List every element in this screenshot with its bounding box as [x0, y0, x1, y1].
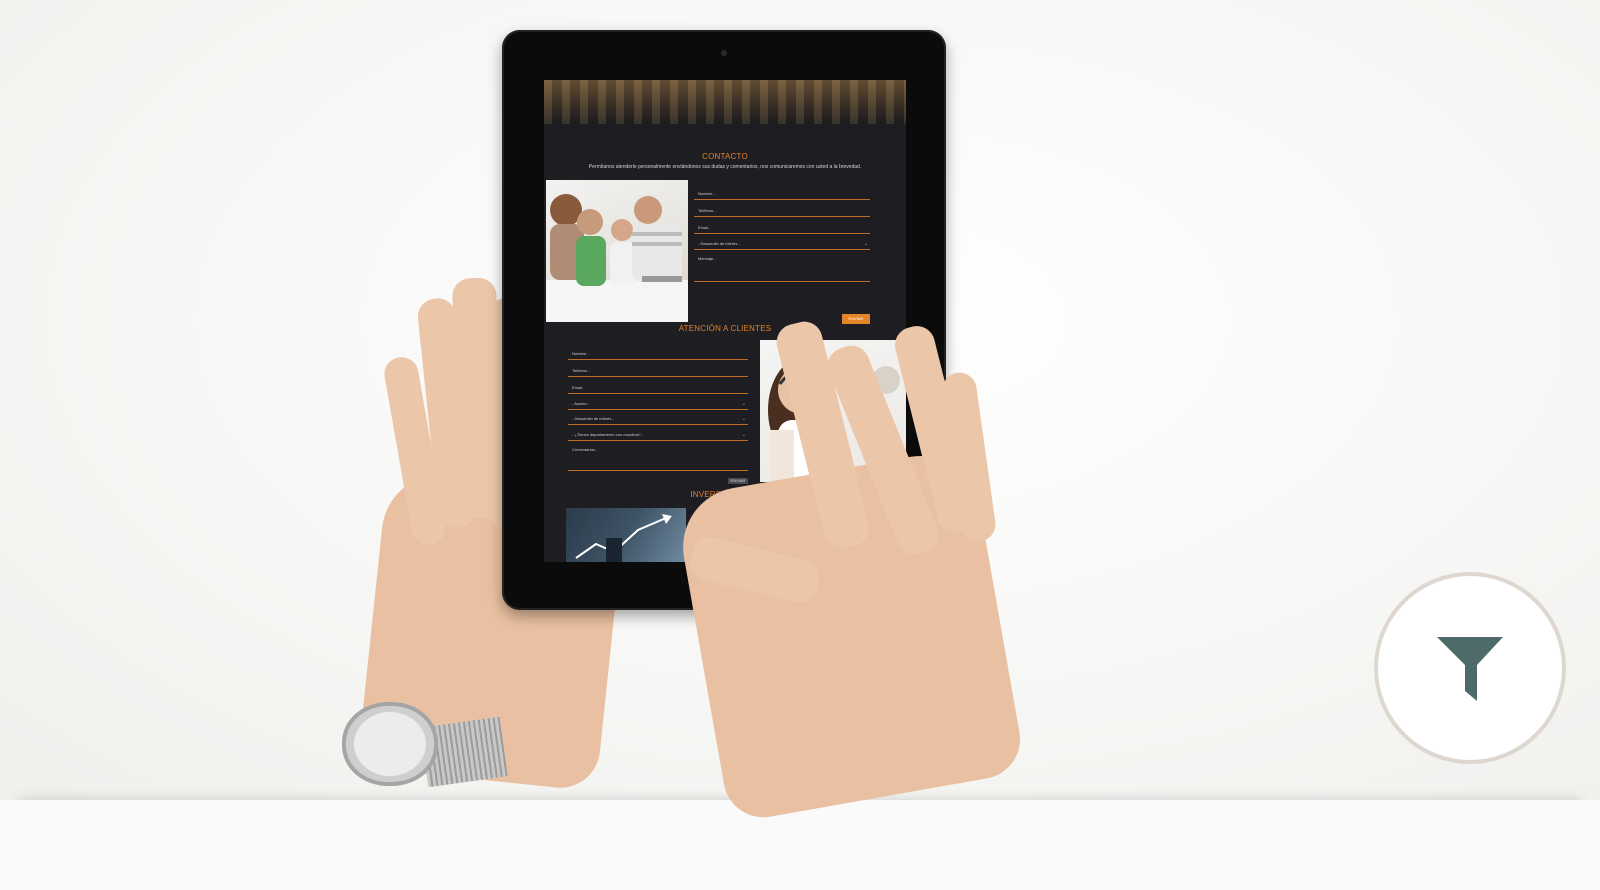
clients-email-field[interactable]: Email... [568, 380, 748, 394]
filter-funnel-icon [1437, 637, 1503, 701]
hero-banner-image [544, 80, 906, 124]
contact-name-field[interactable]: Nombre... [694, 186, 870, 200]
contact-send-button[interactable]: ENVIAR [842, 314, 870, 324]
investment-photo [566, 508, 686, 562]
family-photo [546, 180, 688, 322]
contact-section-title: CONTACTO [702, 152, 748, 161]
camera-icon [721, 50, 727, 56]
clients-development-value: - Desarrollo de interés - [572, 416, 614, 421]
bottom-area [0, 800, 1600, 890]
contact-message-placeholder: Mensaje... [698, 256, 717, 261]
clients-phone-placeholder: Teléfono... [572, 368, 591, 373]
watch-dial [354, 712, 426, 776]
filter-badge[interactable] [1374, 572, 1566, 764]
clients-name-field[interactable]: Nombre... [568, 346, 748, 360]
contact-phone-placeholder: Teléfono... [698, 208, 717, 213]
contact-phone-field[interactable]: Teléfono... [694, 203, 870, 217]
clients-has-department-value: - ¿Tienes departamento con nosotros? - [572, 432, 644, 437]
clients-send-button[interactable]: ENVIAR [728, 478, 748, 484]
contact-development-value: - Desarrollo de interés - [698, 241, 740, 246]
contact-message-field[interactable]: Mensaje... [694, 252, 870, 282]
contact-email-field[interactable]: Email... [694, 220, 870, 234]
clients-subject-select[interactable]: - Asunto - [568, 396, 748, 410]
clients-has-department-select[interactable]: - ¿Tienes departamento con nosotros? - [568, 427, 748, 441]
contact-name-placeholder: Nombre... [698, 191, 716, 196]
clients-phone-field[interactable]: Teléfono... [568, 363, 748, 377]
watch [342, 702, 438, 786]
clients-development-select[interactable]: - Desarrollo de interés - [568, 411, 748, 425]
contact-development-select[interactable]: - Desarrollo de interés - [694, 236, 870, 250]
clients-section-title: ATENCIÓN A CLIENTES [678, 324, 772, 333]
clients-comments-placeholder: Comentarios... [572, 447, 599, 452]
clients-name-placeholder: Nombre... [572, 351, 590, 356]
contact-subtitle: Permítanos atenderle personalmente enviá… [588, 164, 862, 170]
contact-email-placeholder: Email... [698, 225, 712, 230]
clients-comments-field[interactable]: Comentarios... [568, 443, 748, 471]
clients-email-placeholder: Email... [572, 385, 586, 390]
clients-subject-value: - Asunto - [572, 401, 590, 406]
